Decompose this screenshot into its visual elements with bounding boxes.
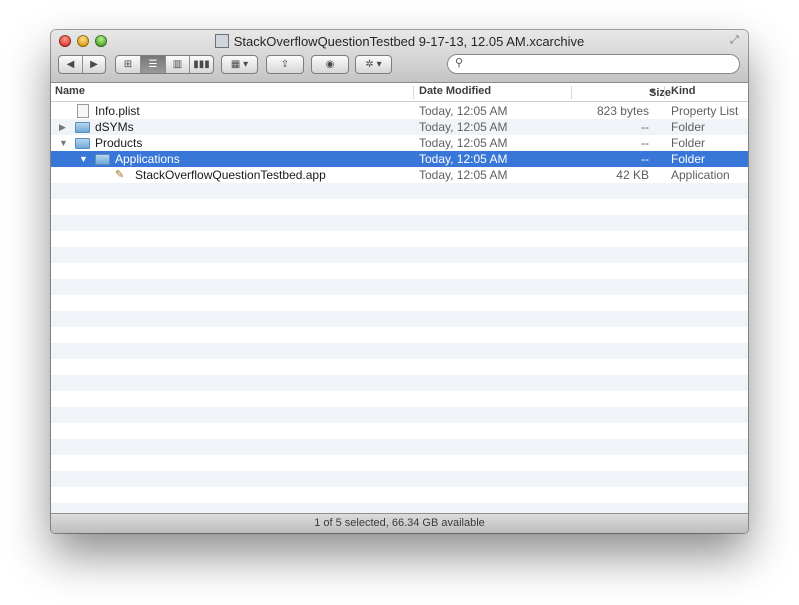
column-divider[interactable] [413,86,414,99]
file-size: -- [641,136,649,150]
search-icon: ⚲ [455,57,464,69]
file-date: Today, 12:05 AM [419,104,508,118]
app-icon: ✎ [115,169,125,181]
window-title-area: StackOverflowQuestionTestbed 9-17-13, 12… [51,33,748,51]
share-icon: ⇪ [280,59,290,70]
column-divider[interactable] [571,86,572,99]
folder-icon [75,138,90,149]
view-mode-control: ⊞ ☰ ▥ ▮▮▮ [115,55,214,74]
disclosure-collapsed-icon[interactable]: ▶ [59,119,69,135]
file-kind: Folder [671,152,706,166]
empty-row [51,263,748,279]
empty-row [51,215,748,231]
empty-row [51,231,748,247]
search-input[interactable] [470,56,730,71]
file-size: 823 bytes [596,104,649,118]
empty-row [51,455,748,471]
icon-view-icon: ⊞ [123,59,133,70]
forward-button[interactable]: ▶ [83,56,105,73]
empty-row [51,247,748,263]
finder-window: StackOverflowQuestionTestbed 9-17-13, 12… [51,30,748,533]
file-size: -- [641,120,649,134]
disclosure-expanded-icon[interactable]: ▼ [59,135,69,151]
empty-row [51,471,748,487]
empty-row [51,295,748,311]
back-icon: ◀ [66,59,75,70]
file-icon [77,104,89,118]
column-view-button[interactable]: ▥ [166,56,190,73]
icon-view-button[interactable]: ⊞ [116,56,141,73]
column-header-date[interactable]: Date Modified [419,85,491,97]
list-item[interactable]: ▼ Products Today, 12:05 AM -- Folder [51,135,748,151]
column-view-icon: ▥ [172,59,183,70]
file-size: 42 KB [616,168,649,182]
title-bar: StackOverflowQuestionTestbed 9-17-13, 12… [51,30,748,83]
share-button[interactable]: ⇪ [266,55,304,74]
file-name: Info.plist [95,104,140,118]
empty-row [51,487,748,503]
empty-row [51,375,748,391]
file-name: dSYMs [95,120,134,134]
empty-row [51,359,748,375]
empty-row [51,407,748,423]
column-divider[interactable] [664,86,665,99]
list-item[interactable]: Info.plist Today, 12:05 AM 823 bytes Proper… [51,103,748,119]
coverflow-view-icon: ▮▮▮ [193,59,210,70]
list-view-button[interactable]: ☰ [141,56,166,73]
arrange-icon: ▦ ▾ [230,59,249,70]
back-forward-control: ◀ ▶ [58,55,106,74]
empty-row [51,279,748,295]
file-date: Today, 12:05 AM [419,136,508,150]
column-header-name[interactable]: Name [55,85,85,97]
gear-icon: ✲ ▾ [365,59,382,70]
sort-descending-icon: ▼ [649,87,657,96]
window-title: StackOverflowQuestionTestbed 9-17-13, 12… [233,34,585,49]
folder-icon [95,154,110,165]
tag-button[interactable]: ◉ [311,55,349,74]
folder-icon [75,122,90,133]
file-name: Products [95,136,143,150]
file-name: StackOverflowQuestionTestbed.app [135,168,326,182]
list-header: Name Date Modified Size ▼ Kind [51,83,748,102]
status-bar: 1 of 5 selected, 66.34 GB available [51,513,748,533]
empty-row [51,183,748,199]
empty-row [51,199,748,215]
file-list: Info.plist Today, 12:05 AM 823 bytes Proper… [51,103,748,513]
list-item[interactable]: ▶ dSYMs Today, 12:05 AM -- Folder [51,119,748,135]
file-kind: Application [671,168,730,182]
arrange-button[interactable]: ▦ ▾ [221,55,258,74]
empty-row [51,391,748,407]
empty-row [51,343,748,359]
status-text: 1 of 5 selected, 66.34 GB available [314,517,485,529]
fullscreen-icon[interactable]: ⤢ [730,34,742,46]
list-view-icon: ☰ [148,59,158,70]
file-kind: Folder [671,136,706,150]
empty-row [51,311,748,327]
file-date: Today, 12:05 AM [419,152,508,166]
empty-row [51,503,748,513]
disclosure-expanded-icon[interactable]: ▼ [79,151,89,167]
empty-row [51,423,748,439]
list-item[interactable]: ▼ Applications Today, 12:05 AM -- Folder [51,151,748,167]
column-header-kind[interactable]: Kind [671,85,695,97]
search-field[interactable]: ⚲ [447,54,740,74]
empty-row [51,327,748,343]
forward-icon: ▶ [90,59,98,70]
list-item[interactable]: ✎ StackOverflowQuestionTestbed.app Today, … [51,167,748,183]
tag-icon: ◉ [325,59,335,70]
file-name: Applications [115,152,180,166]
archive-icon [214,34,229,48]
file-date: Today, 12:05 AM [419,120,508,134]
file-date: Today, 12:05 AM [419,168,508,182]
coverflow-view-button[interactable]: ▮▮▮ [190,56,213,73]
back-button[interactable]: ◀ [59,56,83,73]
empty-row [51,439,748,455]
file-kind: Folder [671,120,706,134]
file-size: -- [641,152,649,166]
action-button[interactable]: ✲ ▾ [355,55,392,74]
file-kind: Property List [671,104,739,118]
